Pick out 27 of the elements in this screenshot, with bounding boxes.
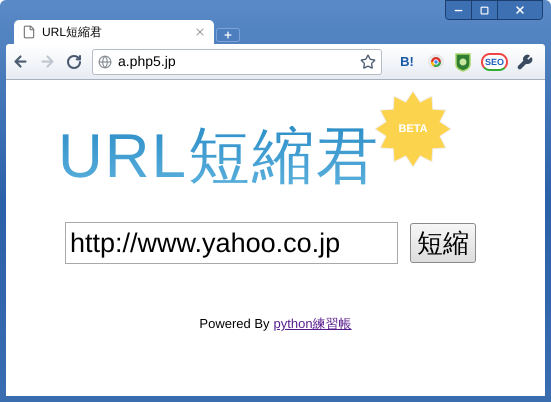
close-button[interactable] — [498, 1, 542, 19]
plus-icon — [223, 30, 233, 40]
seo-extension-icon[interactable]: SEO — [481, 52, 508, 70]
reload-icon[interactable] — [66, 54, 82, 70]
maximize-button[interactable] — [472, 1, 498, 19]
address-text: a.php5.jp — [118, 52, 177, 71]
bookmark-star-icon[interactable] — [360, 54, 376, 70]
settings-icon[interactable] — [517, 54, 534, 70]
tab-title: URL短縮君 — [42, 24, 104, 41]
close-icon — [514, 4, 526, 16]
page-icon — [22, 25, 36, 39]
shorten-button[interactable]: 短縮 — [410, 223, 476, 263]
browser-tab[interactable]: URL短縮君 — [14, 20, 214, 44]
shield-extension-icon[interactable] — [454, 52, 472, 72]
beta-label: BETA — [398, 122, 428, 137]
powered-by-text: Powered By — [199, 315, 270, 333]
address-bar[interactable]: a.php5.jp — [92, 48, 382, 74]
ball-extension-icon[interactable] — [427, 52, 445, 70]
minimize-button[interactable] — [446, 1, 472, 19]
url-input-field[interactable]: http://www.yahoo.co.jp — [65, 222, 398, 264]
globe-icon — [98, 54, 112, 68]
close-tab-icon[interactable] — [194, 26, 206, 38]
new-tab-button[interactable] — [216, 28, 240, 42]
footer-link[interactable]: python練習帳 — [274, 314, 352, 334]
maximize-icon — [480, 6, 489, 14]
bookmark-extension-icon[interactable]: B! — [396, 52, 418, 72]
back-icon[interactable] — [12, 53, 29, 70]
